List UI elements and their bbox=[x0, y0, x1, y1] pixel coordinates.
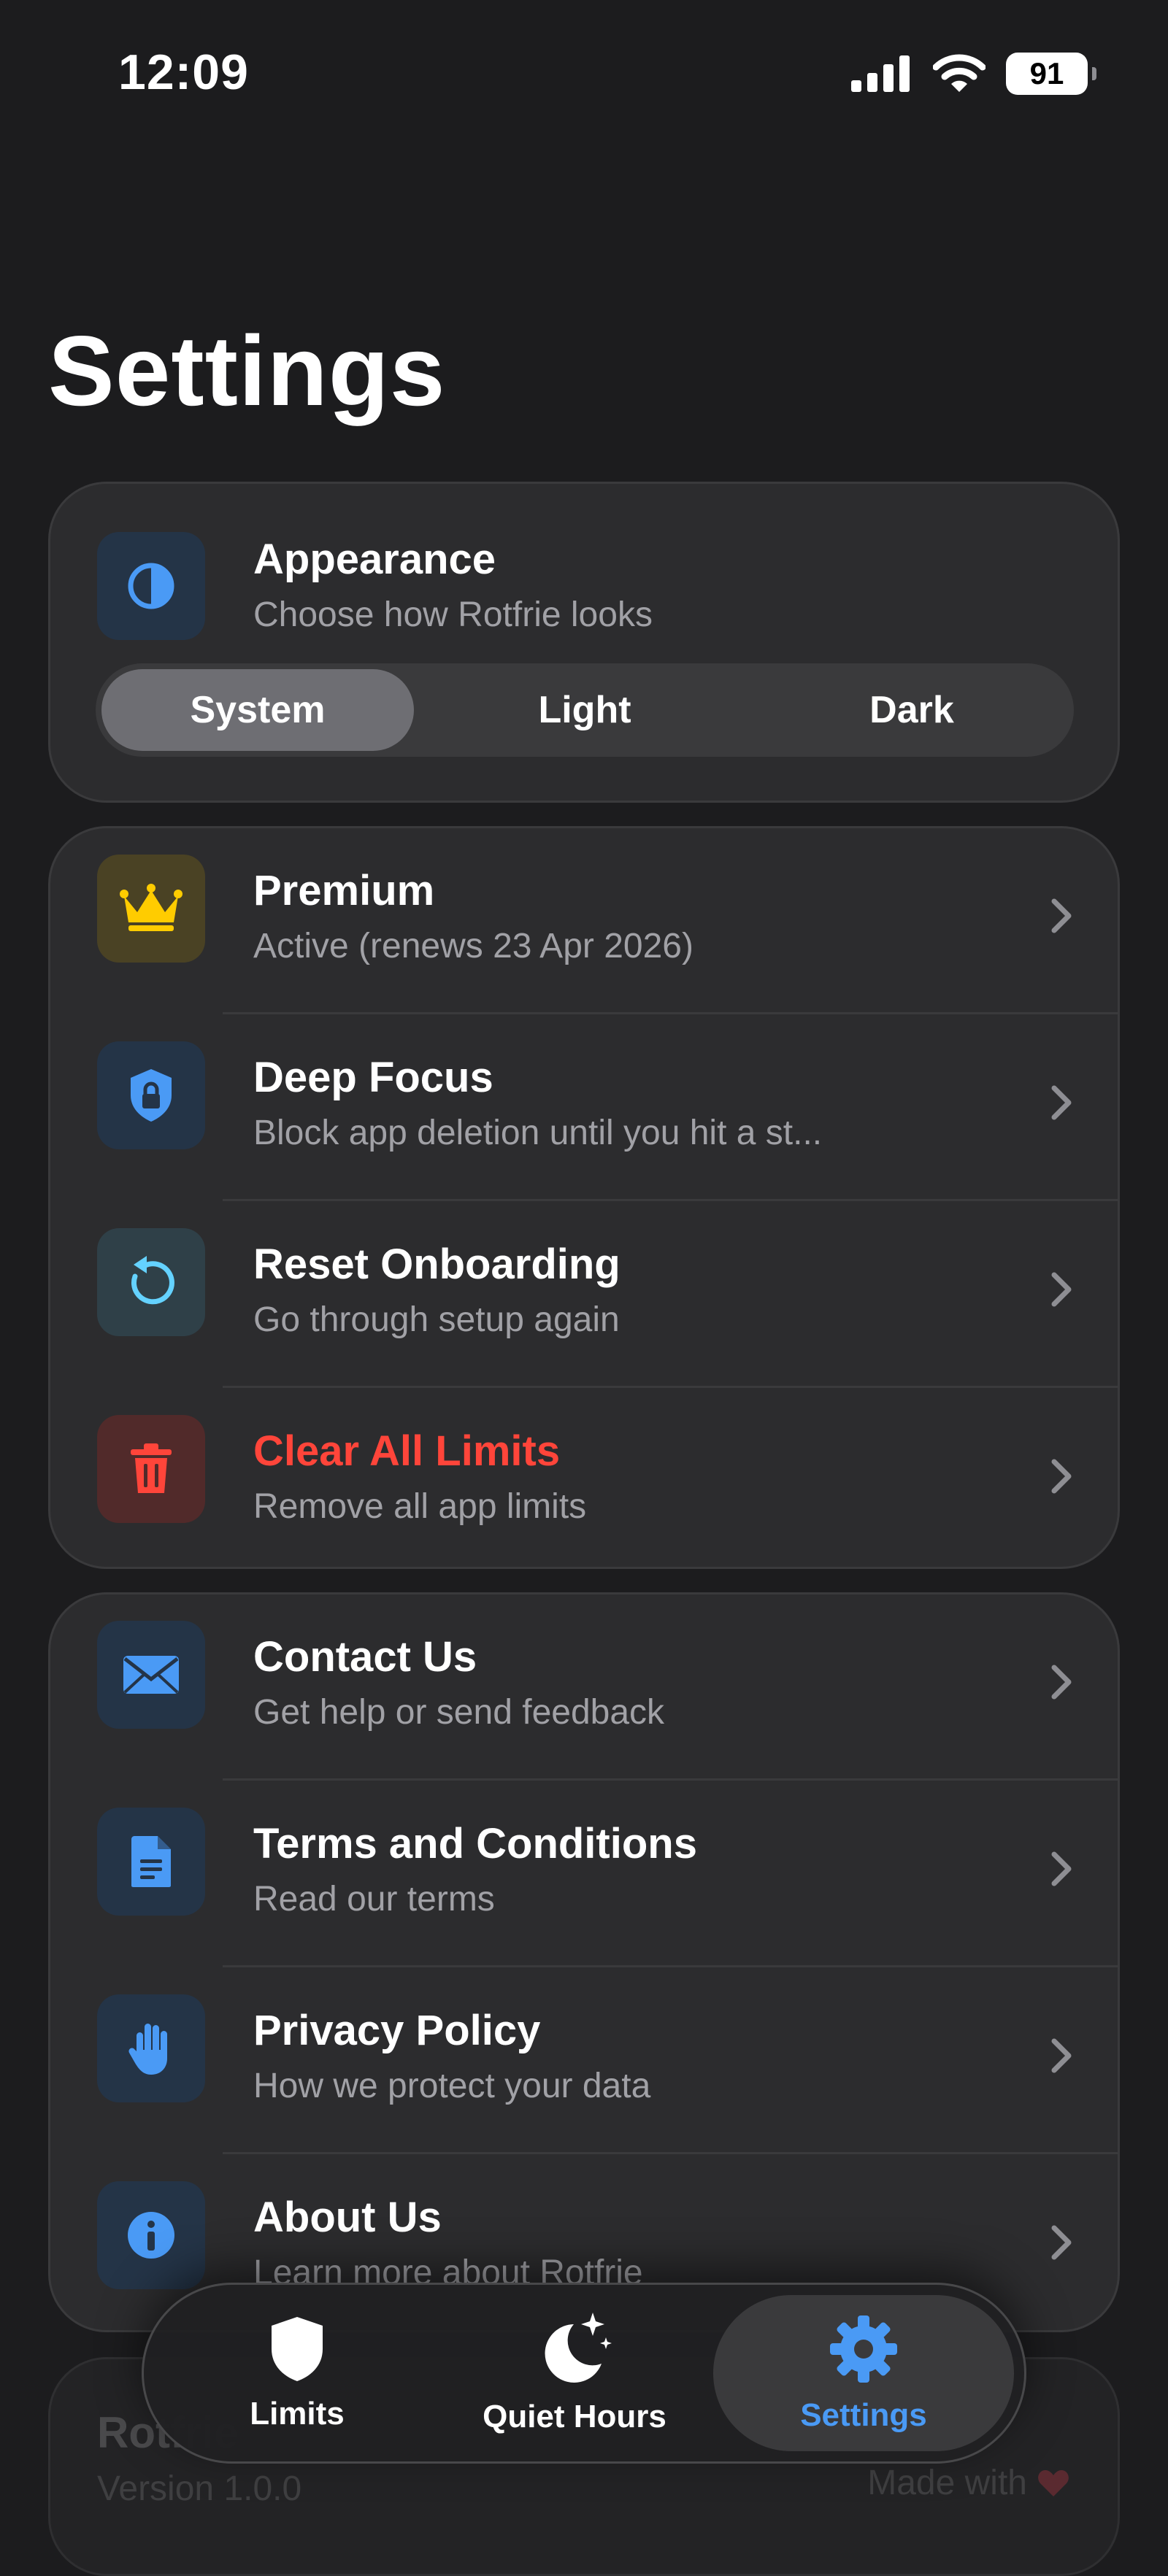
appearance-title: Appearance bbox=[253, 536, 496, 583]
trash-icon bbox=[131, 1443, 172, 1493]
settings-row-privacy[interactable]: Privacy Policy How we protect your data bbox=[50, 1968, 1118, 2155]
cellular-signal-icon bbox=[851, 55, 910, 92]
privacy-subtitle: How we protect your data bbox=[253, 2067, 651, 2105]
gear-icon bbox=[830, 2315, 897, 2383]
settings-row-contact-us[interactable]: Contact Us Get help or send feedback bbox=[50, 1594, 1118, 1781]
envelope-icon bbox=[123, 1656, 179, 1694]
appearance-card: Appearance Choose how Rotfrie looks Syst… bbox=[48, 482, 1120, 803]
shield-lock-icon bbox=[131, 1069, 172, 1122]
moon-stars-icon bbox=[545, 2313, 612, 2383]
about-us-title: About Us bbox=[253, 2194, 442, 2241]
document-icon bbox=[131, 1836, 171, 1887]
contact-us-title: Contact Us bbox=[253, 1633, 477, 1681]
deep-focus-title: Deep Focus bbox=[253, 1054, 493, 1101]
hand-icon bbox=[128, 2024, 167, 2075]
tab-limits[interactable]: Limits bbox=[188, 2285, 407, 2461]
status-time: 12:09 bbox=[118, 45, 249, 100]
status-icons: 91 bbox=[851, 53, 1096, 95]
appearance-segmented-control: System Light Dark bbox=[96, 663, 1074, 757]
wifi-icon bbox=[933, 54, 986, 92]
appearance-option-dark[interactable]: Dark bbox=[756, 669, 1068, 751]
tab-quiet-hours[interactable]: Quiet Hours bbox=[458, 2285, 691, 2461]
appearance-option-light[interactable]: Light bbox=[429, 669, 741, 751]
reset-onboarding-subtitle: Go through setup again bbox=[253, 1300, 620, 1339]
crown-icon bbox=[120, 884, 182, 931]
terms-title: Terms and Conditions bbox=[253, 1820, 697, 1867]
account-card: Premium Active (renews 23 Apr 2026) Deep… bbox=[48, 826, 1120, 1569]
tab-quiet-hours-label: Quiet Hours bbox=[483, 2399, 666, 2434]
settings-row-clear-all-limits[interactable]: Clear All Limits Remove all app limits bbox=[50, 1389, 1118, 1567]
chevron-right-icon bbox=[1051, 1085, 1072, 1120]
row-divider bbox=[223, 1965, 1118, 1967]
chevron-right-icon bbox=[1051, 1851, 1072, 1886]
shield-icon bbox=[272, 2317, 323, 2381]
row-divider bbox=[223, 1386, 1118, 1388]
settings-row-terms[interactable]: Terms and Conditions Read our terms bbox=[50, 1781, 1118, 1968]
page-title: Settings bbox=[48, 315, 446, 426]
tab-settings[interactable]: Settings bbox=[713, 2295, 1014, 2451]
premium-title: Premium bbox=[253, 867, 435, 914]
contact-us-subtitle: Get help or send feedback bbox=[253, 1693, 665, 1732]
footer-made-with: Made with bbox=[867, 2463, 1069, 2503]
reset-onboarding-title: Reset Onboarding bbox=[253, 1241, 620, 1288]
heart-icon bbox=[1038, 2469, 1069, 2496]
row-divider bbox=[223, 1778, 1118, 1781]
chevron-right-icon bbox=[1051, 2225, 1072, 2260]
deep-focus-subtitle: Block app deletion until you hit a st... bbox=[253, 1114, 823, 1152]
chevron-right-icon bbox=[1051, 1665, 1072, 1700]
appearance-icon-tile bbox=[97, 532, 205, 640]
clear-all-limits-subtitle: Remove all app limits bbox=[253, 1487, 587, 1526]
tab-bar: Limits Quiet Hours Settings bbox=[142, 2283, 1026, 2464]
settings-row-deep-focus[interactable]: Deep Focus Block app deletion until you … bbox=[50, 1015, 1118, 1202]
contrast-icon bbox=[128, 563, 174, 609]
terms-subtitle: Read our terms bbox=[253, 1880, 495, 1918]
reset-icon bbox=[131, 1256, 174, 1305]
chevron-right-icon bbox=[1051, 2038, 1072, 2073]
row-divider bbox=[223, 1012, 1118, 1014]
tab-limits-label: Limits bbox=[250, 2396, 345, 2432]
appearance-subtitle: Choose how Rotfrie looks bbox=[253, 595, 653, 634]
row-divider bbox=[223, 2152, 1118, 2154]
made-with-text: Made with bbox=[867, 2464, 1027, 2502]
info-card: Contact Us Get help or send feedback Ter… bbox=[48, 1592, 1120, 2332]
clear-all-limits-title: Clear All Limits bbox=[253, 1427, 561, 1475]
info-icon bbox=[128, 2212, 174, 2259]
privacy-title: Privacy Policy bbox=[253, 2007, 541, 2054]
tab-settings-label: Settings bbox=[800, 2397, 927, 2433]
chevron-right-icon bbox=[1051, 1272, 1072, 1307]
settings-row-premium[interactable]: Premium Active (renews 23 Apr 2026) bbox=[50, 828, 1118, 1015]
battery-level: 91 bbox=[1029, 56, 1064, 90]
battery-indicator: 91 bbox=[1006, 53, 1096, 95]
settings-row-reset-onboarding[interactable]: Reset Onboarding Go through setup again bbox=[50, 1202, 1118, 1389]
footer-version: Version 1.0.0 bbox=[97, 2469, 302, 2508]
appearance-option-system[interactable]: System bbox=[101, 669, 414, 751]
chevron-right-icon bbox=[1051, 1459, 1072, 1494]
premium-subtitle: Active (renews 23 Apr 2026) bbox=[253, 927, 694, 965]
chevron-right-icon bbox=[1051, 898, 1072, 933]
row-divider bbox=[223, 1199, 1118, 1201]
